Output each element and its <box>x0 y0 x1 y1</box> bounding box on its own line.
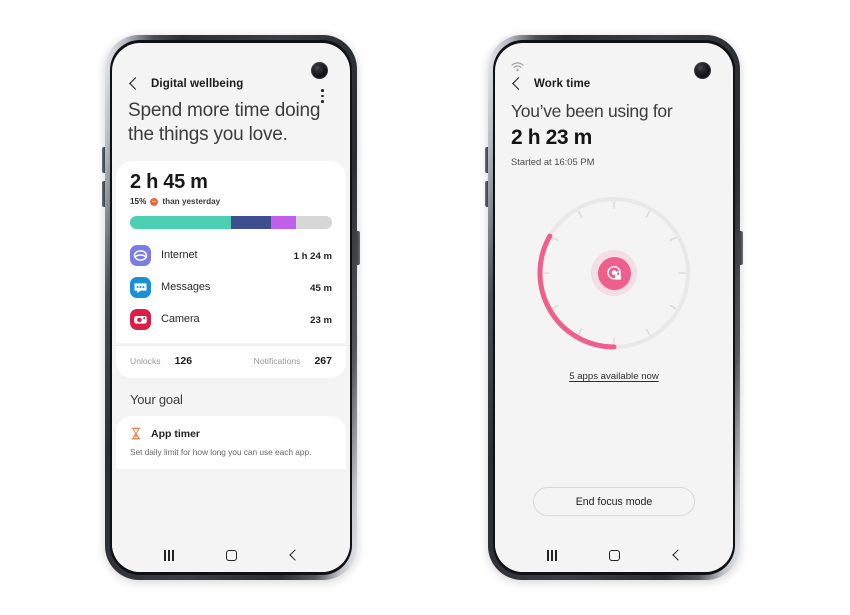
home-nav-button[interactable] <box>608 549 620 561</box>
app-usage-row[interactable]: Camera 23 m <box>130 303 332 335</box>
back-chevron-icon[interactable] <box>126 76 142 92</box>
app-time-block: 1 h 24 m <box>294 246 332 264</box>
usage-progress-bar <box>130 216 332 230</box>
app-timer-row: App timer <box>130 427 332 440</box>
app-timer-card[interactable]: App timer Set daily limit for how long y… <box>116 416 346 470</box>
app-usage-row[interactable]: Internet 1 h 24 m <box>130 239 332 271</box>
app-time-value: 1 h 24 m <box>293 251 332 263</box>
elapsed-time: 2 h 23 m <box>511 126 592 149</box>
volume-up-button[interactable] <box>485 147 488 173</box>
change-label: than yesterday <box>162 197 221 207</box>
focus-timer-dial <box>530 189 698 357</box>
usage-bar-segment <box>130 216 231 230</box>
dial-tick <box>669 236 677 242</box>
app-time-block: 23 m <box>310 310 332 328</box>
app-time-value: 45 m <box>310 283 332 295</box>
app-usage-row[interactable]: Messages 45 m <box>130 271 332 303</box>
app-usage-list: Internet 1 h 24 m Messages 45 m Camera 23 m <box>130 239 332 335</box>
camera-app-icon <box>130 308 151 330</box>
volume-up-button[interactable] <box>102 147 105 173</box>
unlocks-label: Unlocks <box>130 356 161 367</box>
back-chevron-icon[interactable] <box>509 76 525 92</box>
front-camera-icon <box>311 62 328 79</box>
kebab-menu-icon[interactable] <box>321 89 324 106</box>
recents-nav-button[interactable] <box>163 549 174 561</box>
focus-mode-icon[interactable] <box>597 256 631 290</box>
unlocks-value: 126 <box>174 355 193 368</box>
change-percent: 15% <box>130 197 147 207</box>
app-timer-title: App timer <box>151 427 201 440</box>
recents-nav-button[interactable] <box>546 549 557 561</box>
started-at-label: Started at 16:05 PM <box>511 156 595 167</box>
back-nav-button[interactable] <box>288 550 298 560</box>
usage-bar-segment <box>295 216 332 230</box>
phone-screen-left: Digital wellbeing Spend more time doing … <box>112 43 350 572</box>
messages-app-icon <box>130 276 151 298</box>
apps-available-link[interactable]: 5 apps available now <box>495 371 733 382</box>
system-navbar-right <box>495 538 733 572</box>
screenshot-canvas: Digital wellbeing Spend more time doing … <box>0 0 850 615</box>
dial-tick <box>645 210 651 218</box>
hero-headline: Spend more time doing the things you lov… <box>128 100 321 146</box>
app-time-value: 23 m <box>310 315 332 327</box>
usage-headline: You’ve been using for <box>511 101 673 121</box>
goal-section-title: Your goal <box>130 392 183 408</box>
app-timer-description: Set daily limit for how long you can use… <box>130 447 312 458</box>
app-name: Internet <box>161 249 198 262</box>
focus-core-halo <box>591 250 637 296</box>
unlocks-stat: Unlocks 126 <box>130 355 192 367</box>
page-title: Digital wellbeing <box>151 78 244 90</box>
app-name: Messages <box>161 281 211 294</box>
page-title: Work time <box>534 78 591 90</box>
phone-device-right: Work time You’ve been using for 2 h 23 m… <box>485 35 743 580</box>
device-stats-row: Unlocks 126 Notifications 267 <box>116 346 346 379</box>
phone-screen-right: Work time You’ve been using for 2 h 23 m… <box>495 43 733 572</box>
power-button[interactable] <box>357 231 360 265</box>
dial-tick <box>669 304 677 310</box>
power-button[interactable] <box>740 231 743 265</box>
hourglass-icon <box>130 427 142 440</box>
notifications-label: Notifications <box>253 356 301 367</box>
notifications-stat: Notifications 267 <box>254 355 332 367</box>
phone-bezel-right: Work time You’ve been using for 2 h 23 m… <box>493 40 735 575</box>
dial-tick <box>551 236 559 242</box>
volume-down-button[interactable] <box>485 181 488 207</box>
dial-tick <box>577 210 583 218</box>
comparison-row: 15% than yesterday <box>130 197 332 206</box>
dial-tick <box>551 304 559 310</box>
total-screen-time: 2 h 45 m <box>130 171 208 194</box>
usage-bar-segment <box>271 216 296 230</box>
dial-tick <box>577 328 583 336</box>
dial-tick <box>645 328 651 336</box>
notifications-value: 267 <box>314 355 332 368</box>
home-nav-button[interactable] <box>225 549 237 561</box>
back-nav-button[interactable] <box>671 550 681 560</box>
decrease-indicator-icon <box>150 197 159 206</box>
internet-app-icon <box>130 244 151 266</box>
usage-summary-card: 2 h 45 m 15% than yesterday Internet 1 h … <box>116 161 346 344</box>
volume-down-button[interactable] <box>102 181 105 207</box>
front-camera-icon <box>694 62 711 79</box>
wifi-icon <box>511 59 524 72</box>
app-time-block: 45 m <box>310 278 332 296</box>
app-name: Camera <box>161 313 200 326</box>
phone-bezel-left: Digital wellbeing Spend more time doing … <box>110 40 352 575</box>
usage-bar-segment <box>231 216 272 230</box>
end-focus-mode-button[interactable]: End focus mode <box>533 487 695 516</box>
system-navbar-left <box>112 538 350 572</box>
phone-device-left: Digital wellbeing Spend more time doing … <box>102 35 360 580</box>
